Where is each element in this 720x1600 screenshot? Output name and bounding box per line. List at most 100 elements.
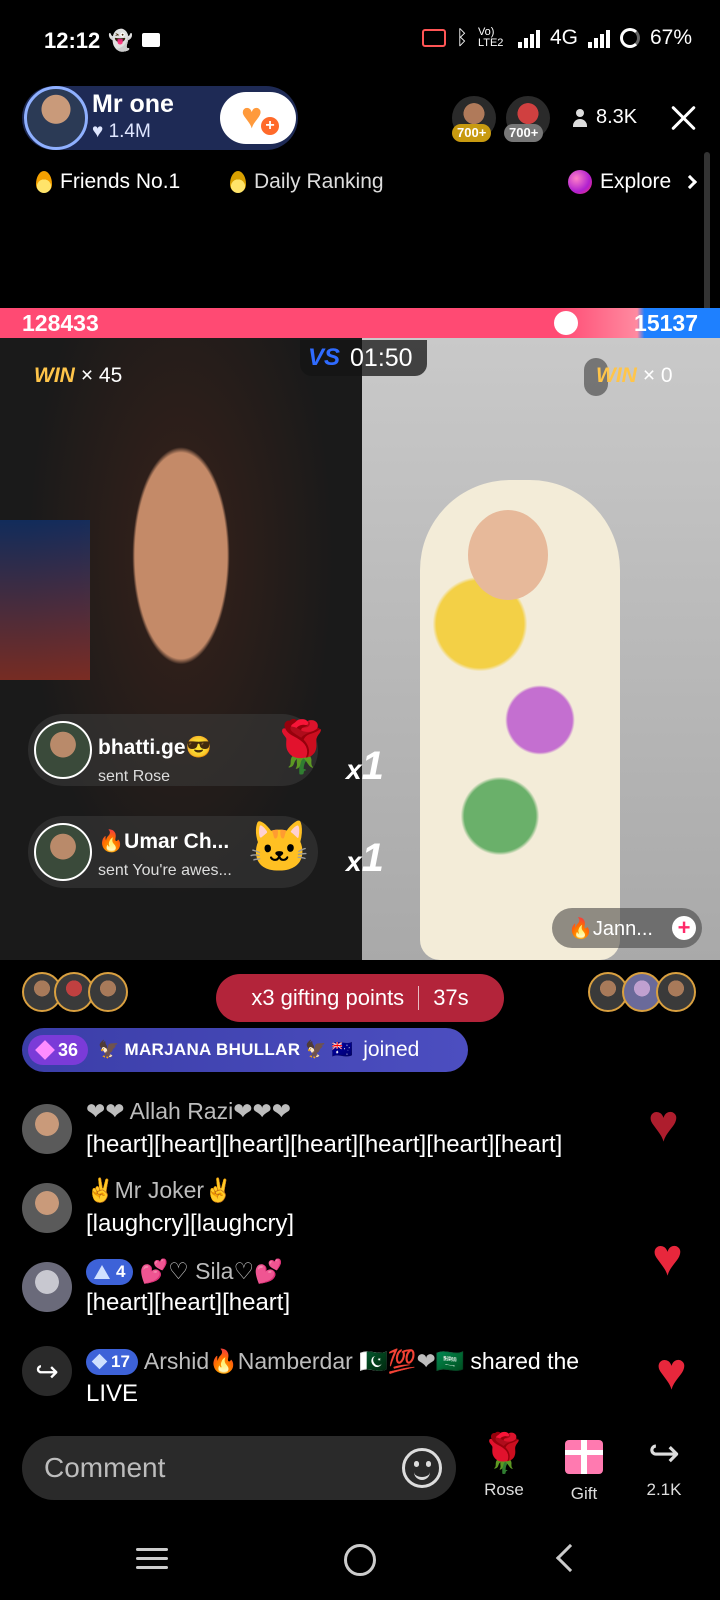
- gift-multiplier: x1: [346, 744, 384, 789]
- level-badge: 36: [28, 1035, 89, 1065]
- signal-icon: [517, 28, 540, 48]
- floating-heart-icon: ♥: [656, 1343, 687, 1401]
- rose-button[interactable]: 🌹 Rose: [472, 1432, 536, 1500]
- tier-level: 4: [116, 1261, 126, 1281]
- commenter-name: 💕♡ Sila♡💕: [139, 1258, 283, 1284]
- tier-badge: 17: [86, 1348, 138, 1375]
- commenter-avatar[interactable]: [22, 1104, 72, 1154]
- volte-label: Vo) LTE2: [477, 26, 504, 49]
- heart-icon: ♥: [92, 121, 104, 142]
- vs-logo: VS: [308, 344, 341, 371]
- gift-multiplier-x: x: [346, 754, 362, 785]
- home-icon[interactable]: [344, 1544, 376, 1576]
- gifting-label: x3 gifting points: [251, 985, 405, 1010]
- cast-icon: [421, 29, 446, 47]
- top-viewer-badge: 700+: [452, 124, 492, 142]
- timer-value: 01:50: [350, 343, 413, 372]
- battle-score-bar: [0, 308, 720, 338]
- left-score: 128433: [22, 310, 99, 336]
- viewer-count-value: 8.3K: [596, 106, 638, 128]
- explore-label: Explore: [600, 170, 672, 193]
- host-avatar[interactable]: [24, 86, 88, 150]
- gift-multiplier-count: 1: [361, 836, 384, 880]
- emoji-icon[interactable]: [402, 1448, 442, 1488]
- gift-icon: [565, 1440, 603, 1474]
- floating-heart-icon: ♥: [648, 1095, 679, 1153]
- daily-ranking-label: Daily Ranking: [254, 170, 384, 193]
- host-name[interactable]: Mr one: [92, 90, 174, 119]
- opponent-head: [468, 510, 548, 600]
- recent-apps-icon[interactable]: [136, 1548, 168, 1570]
- plus-icon: +: [261, 117, 279, 135]
- level-value: 36: [58, 1039, 79, 1060]
- share-username[interactable]: Arshid🔥Namberdar 🇵🇰💯❤🇸🇦: [144, 1348, 464, 1375]
- commenter-name[interactable]: ✌Mr Joker✌: [86, 1177, 233, 1204]
- status-time: 12:12: [44, 28, 101, 53]
- gift-multiplier: x1: [346, 836, 384, 881]
- right-score: 15137: [634, 310, 698, 336]
- snapchat-icon: 👻: [108, 30, 133, 52]
- bluetooth-icon: ᛒ: [455, 26, 468, 49]
- rose-icon: 🌹: [480, 1433, 528, 1475]
- share-text-line2: LIVE: [86, 1380, 139, 1407]
- video-icon: [142, 33, 160, 47]
- floating-heart-icon: ♥: [652, 1229, 683, 1287]
- follow-button[interactable]: +: [220, 92, 296, 144]
- supporter-avatar[interactable]: [656, 972, 696, 1012]
- win-count: × 0: [642, 364, 673, 387]
- tier-level: 17: [111, 1351, 130, 1371]
- supporter-avatar[interactable]: [88, 972, 128, 1012]
- host-likes-count: 1.4M: [108, 121, 151, 142]
- comment-placeholder: Comment: [44, 1452, 166, 1483]
- gift-sender-avatar[interactable]: [34, 823, 92, 881]
- left-win-counter: WIN × 45: [34, 364, 122, 388]
- add-guest-icon[interactable]: +: [672, 916, 696, 940]
- guest-name-tag[interactable]: 🔥Jann... +: [552, 908, 702, 948]
- joined-action: joined: [363, 1038, 420, 1061]
- share-event-row: 17 Arshid🔥Namberdar 🇵🇰💯❤🇸🇦 shared the: [86, 1348, 579, 1375]
- rose-label: Rose: [484, 1480, 524, 1499]
- flame-icon: [230, 171, 246, 193]
- gift-button[interactable]: Gift: [552, 1432, 616, 1504]
- chevron-right-icon: [683, 174, 698, 190]
- gift-action: sent You're awes...: [98, 862, 232, 879]
- share-count: 2.1K: [646, 1480, 682, 1499]
- friends-label: Friends No.1: [60, 170, 181, 193]
- gift-sender-name: bhatti.ge😎: [98, 736, 212, 759]
- status-bar: 12:12 👻 ᛒ Vo) LTE2 4G 67%: [0, 0, 720, 84]
- share-text: shared the: [470, 1348, 580, 1374]
- divider: [418, 986, 420, 1010]
- friends-chip[interactable]: Friends No.1: [36, 170, 180, 194]
- host-video-backdrop: [0, 520, 90, 680]
- share-button[interactable]: ↪ 2.1K: [632, 1432, 696, 1500]
- flame-icon: [36, 171, 52, 193]
- gift-action: sent Rose: [98, 768, 171, 785]
- top-viewer-badge: 700+: [504, 124, 544, 142]
- win-count: × 45: [80, 364, 123, 387]
- explore-icon: [568, 170, 592, 194]
- rose-gift-icon: 🌹: [270, 719, 333, 775]
- commenter-avatar[interactable]: [22, 1183, 72, 1233]
- commenter-avatar[interactable]: [22, 1262, 72, 1312]
- status-icons: ᛒ Vo) LTE2 4G 67%: [421, 26, 692, 50]
- explore-button[interactable]: Explore: [568, 170, 698, 194]
- viewer-count[interactable]: 8.3K: [572, 106, 637, 129]
- commenter-name[interactable]: ❤❤ Allah Razi❤❤❤: [86, 1098, 291, 1125]
- comment-input[interactable]: Comment: [22, 1436, 456, 1500]
- gift-sender-name: 🔥Umar Ch...: [98, 830, 230, 853]
- tier-badge: 4: [86, 1258, 134, 1285]
- commenter-row[interactable]: 4 💕♡ Sila♡💕: [86, 1258, 283, 1285]
- joined-username: 🦅 MARJANA BHULLAR 🦅 🇦🇺: [98, 1040, 354, 1059]
- person-icon: [572, 108, 588, 127]
- joined-banner: 36 🦅 MARJANA BHULLAR 🦅 🇦🇺 joined: [22, 1028, 468, 1072]
- gifting-points-banner[interactable]: x3 gifting points 37s: [216, 974, 504, 1022]
- close-icon[interactable]: [664, 98, 704, 138]
- win-label: WIN: [596, 364, 637, 387]
- guest-name: 🔥Jann...: [568, 917, 653, 940]
- daily-ranking-chip[interactable]: Daily Ranking: [230, 170, 384, 194]
- gift-multiplier-count: 1: [361, 744, 384, 788]
- comment-text: [laughcry][laughcry]: [86, 1210, 295, 1237]
- gift-multiplier-x: x: [346, 846, 362, 877]
- share-arrow-icon: ↪: [648, 1433, 680, 1475]
- gift-sender-avatar[interactable]: [34, 721, 92, 779]
